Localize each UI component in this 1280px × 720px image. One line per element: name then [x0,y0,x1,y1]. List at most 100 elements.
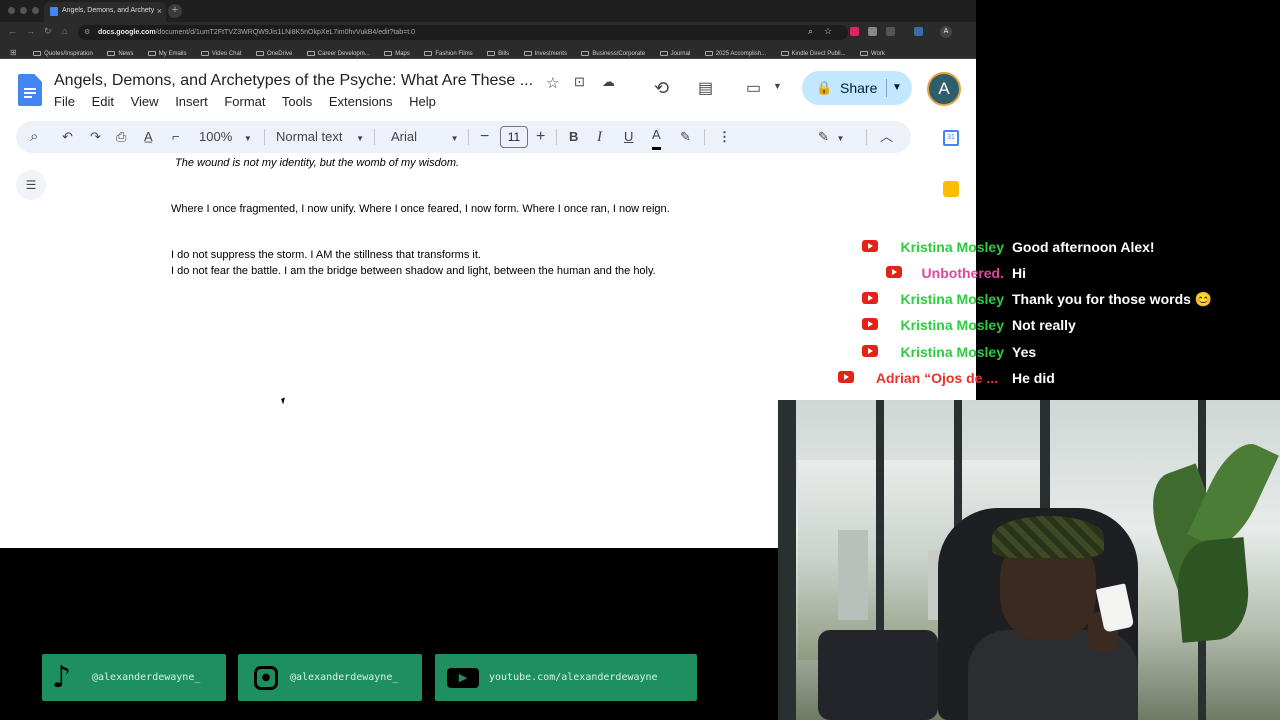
webcam-feed [778,400,1280,720]
bookmark-item[interactable]: Bills [487,46,509,58]
sidebar-toggle-icon[interactable] [914,27,923,36]
close-window-dot[interactable] [8,7,15,14]
bookmark-star-icon[interactable]: ☆ [824,26,832,37]
bookmark-item[interactable]: Kindle Direct Publi... [780,46,846,58]
chat-text: Thank you for those words 😊 [1012,291,1213,307]
bookmark-item[interactable]: Investments [523,46,567,58]
docs-logo-icon[interactable] [18,74,42,106]
bookmark-item[interactable]: News [107,46,133,58]
chevron-down-icon[interactable]: ▼ [773,81,782,91]
bookmark-item[interactable]: Journal [659,46,690,58]
zoom-select[interactable]: 100% ▼ [199,121,252,155]
menu-format[interactable]: Format [224,94,265,109]
bookmark-item[interactable]: OneDrive [255,46,292,58]
address-row: ← → ↻ ⌂ ⚙ docs.google.com/document/d/1um… [0,22,976,42]
minimize-window-dot[interactable] [20,7,27,14]
bookmark-item[interactable]: Career Developm... [306,46,370,58]
undo-icon[interactable]: ↶ [62,121,73,153]
share-label: Share [840,80,878,96]
extension-icon[interactable] [868,27,877,36]
url-bar[interactable]: ⚙ docs.google.com/document/d/1umT2FtTVZ3… [78,25,848,40]
italic-icon[interactable]: I [597,121,602,153]
paint-format-icon[interactable]: ⌐ [172,121,180,153]
star-icon[interactable]: ☆ [546,74,559,92]
bookmark-item[interactable]: 2025 Accomplish... [704,46,766,58]
browser-profile-avatar[interactable]: A [940,26,952,38]
tiktok-icon: ♪ [52,660,72,695]
browser-tab[interactable]: Angels, Demons, and Archety × [44,2,166,22]
more-options-icon[interactable]: ⋮ [718,121,731,153]
menu-tools[interactable]: Tools [282,94,312,109]
formatting-toolbar: ⌕ ↶ ↷ ⎙ A̲ ⌐ 100% ▼ Normal text ▼ Arial … [16,121,911,153]
bookmark-item[interactable]: Maps [384,46,410,58]
chat-author: Kristina Mosley [900,239,1004,255]
font-select[interactable]: Arial ▼ [391,121,459,155]
lock-icon: 🔒 [816,80,833,95]
bookmark-item[interactable]: Work [860,46,885,58]
home-icon[interactable]: ⌂ [62,26,67,36]
spellcheck-icon[interactable]: A̲ [144,121,153,153]
collapse-menus-icon[interactable]: ︿ [880,121,893,153]
new-tab-button[interactable]: + [168,4,182,18]
style-select[interactable]: Normal text ▼ [276,121,364,155]
document-title[interactable]: Angels, Demons, and Archetypes of the Ps… [54,72,533,90]
share-chevron-down-icon[interactable]: ▼ [892,71,902,105]
menu-view[interactable]: View [131,94,159,109]
chat-author: Kristina Mosley [900,291,1004,307]
tab-title: Angels, Demons, and Archety [62,7,155,14]
calendar-icon[interactable]: 31 [943,130,959,146]
meet-camera-icon[interactable]: ▭ [746,78,761,98]
bookmark-item[interactable]: Business/Corporate [581,46,645,58]
bold-icon[interactable]: B [569,121,578,153]
social-handle: youtube.com/alexanderdewayne [489,672,658,683]
bookmark-item[interactable]: My Emails [147,46,186,58]
bookmark-item[interactable]: Video Chat [200,46,241,58]
puzzle-extension-icon[interactable] [886,27,895,36]
comments-icon[interactable]: ▤ [698,78,713,98]
increase-font-size-icon[interactable]: + [536,121,545,153]
keep-icon[interactable] [943,181,959,197]
bookmark-item[interactable]: Fashion Films [424,46,473,58]
zoom-icon[interactable]: ⌕ [808,26,813,37]
redo-icon[interactable]: ↷ [90,121,101,153]
live-chat-overlay: Kristina Mosley Good afternoon Alex! Unb… [830,236,1280,396]
site-info-icon[interactable]: ⚙ [84,25,90,40]
highlight-icon[interactable]: ✎ [680,121,691,153]
folder-icon [487,51,496,56]
print-icon[interactable]: ⎙ [116,121,126,153]
menu-bar: File Edit View Insert Format Tools Exten… [54,94,449,109]
bookmark-item[interactable]: Quotes/Inspiration [33,46,93,58]
youtube-icon [862,240,878,252]
text-color-icon[interactable]: A [652,123,661,150]
chat-message: Kristina Mosley Yes [830,341,1280,363]
url-domain: docs.google.com [98,29,156,36]
chat-message: Kristina Mosley Thank you for those word… [830,288,1280,310]
search-menus-icon[interactable]: ⌕ [30,121,38,153]
apps-grid-icon[interactable]: ⊞ [10,48,17,57]
menu-help[interactable]: Help [409,94,436,109]
decrease-font-size-icon[interactable]: − [480,121,489,153]
pinterest-extension-icon[interactable] [850,27,859,36]
version-history-icon[interactable]: ⟲ [654,78,669,99]
tiktok-handle-bar: ♪ @alexanderdewayne_ [42,654,226,701]
maximize-window-dot[interactable] [32,7,39,14]
font-size-input[interactable]: 11 [500,126,528,148]
close-tab-icon[interactable]: × [157,2,162,20]
cloud-saved-icon[interactable]: ☁ [602,74,615,90]
share-button[interactable]: 🔒 Share ▼ [802,71,912,105]
editing-mode-icon[interactable]: ✎ ▼ [818,121,844,155]
menu-insert[interactable]: Insert [175,94,208,109]
reload-icon[interactable]: ↻ [44,26,52,37]
account-avatar[interactable]: A [927,72,961,106]
underline-icon[interactable]: U [624,121,633,153]
folder-icon [860,51,869,56]
chat-message: Adrian “Ojos de ... He did [830,367,1280,389]
menu-edit[interactable]: Edit [92,94,114,109]
forward-icon[interactable]: → [26,26,35,36]
menu-extensions[interactable]: Extensions [329,94,393,109]
sheets-icon [704,51,713,56]
menu-file[interactable]: File [54,94,75,109]
move-folder-icon[interactable]: ⊡ [574,74,585,90]
back-icon[interactable]: ← [8,26,17,36]
doc-paragraph: I do not fear the battle. I am the bridg… [171,265,656,277]
